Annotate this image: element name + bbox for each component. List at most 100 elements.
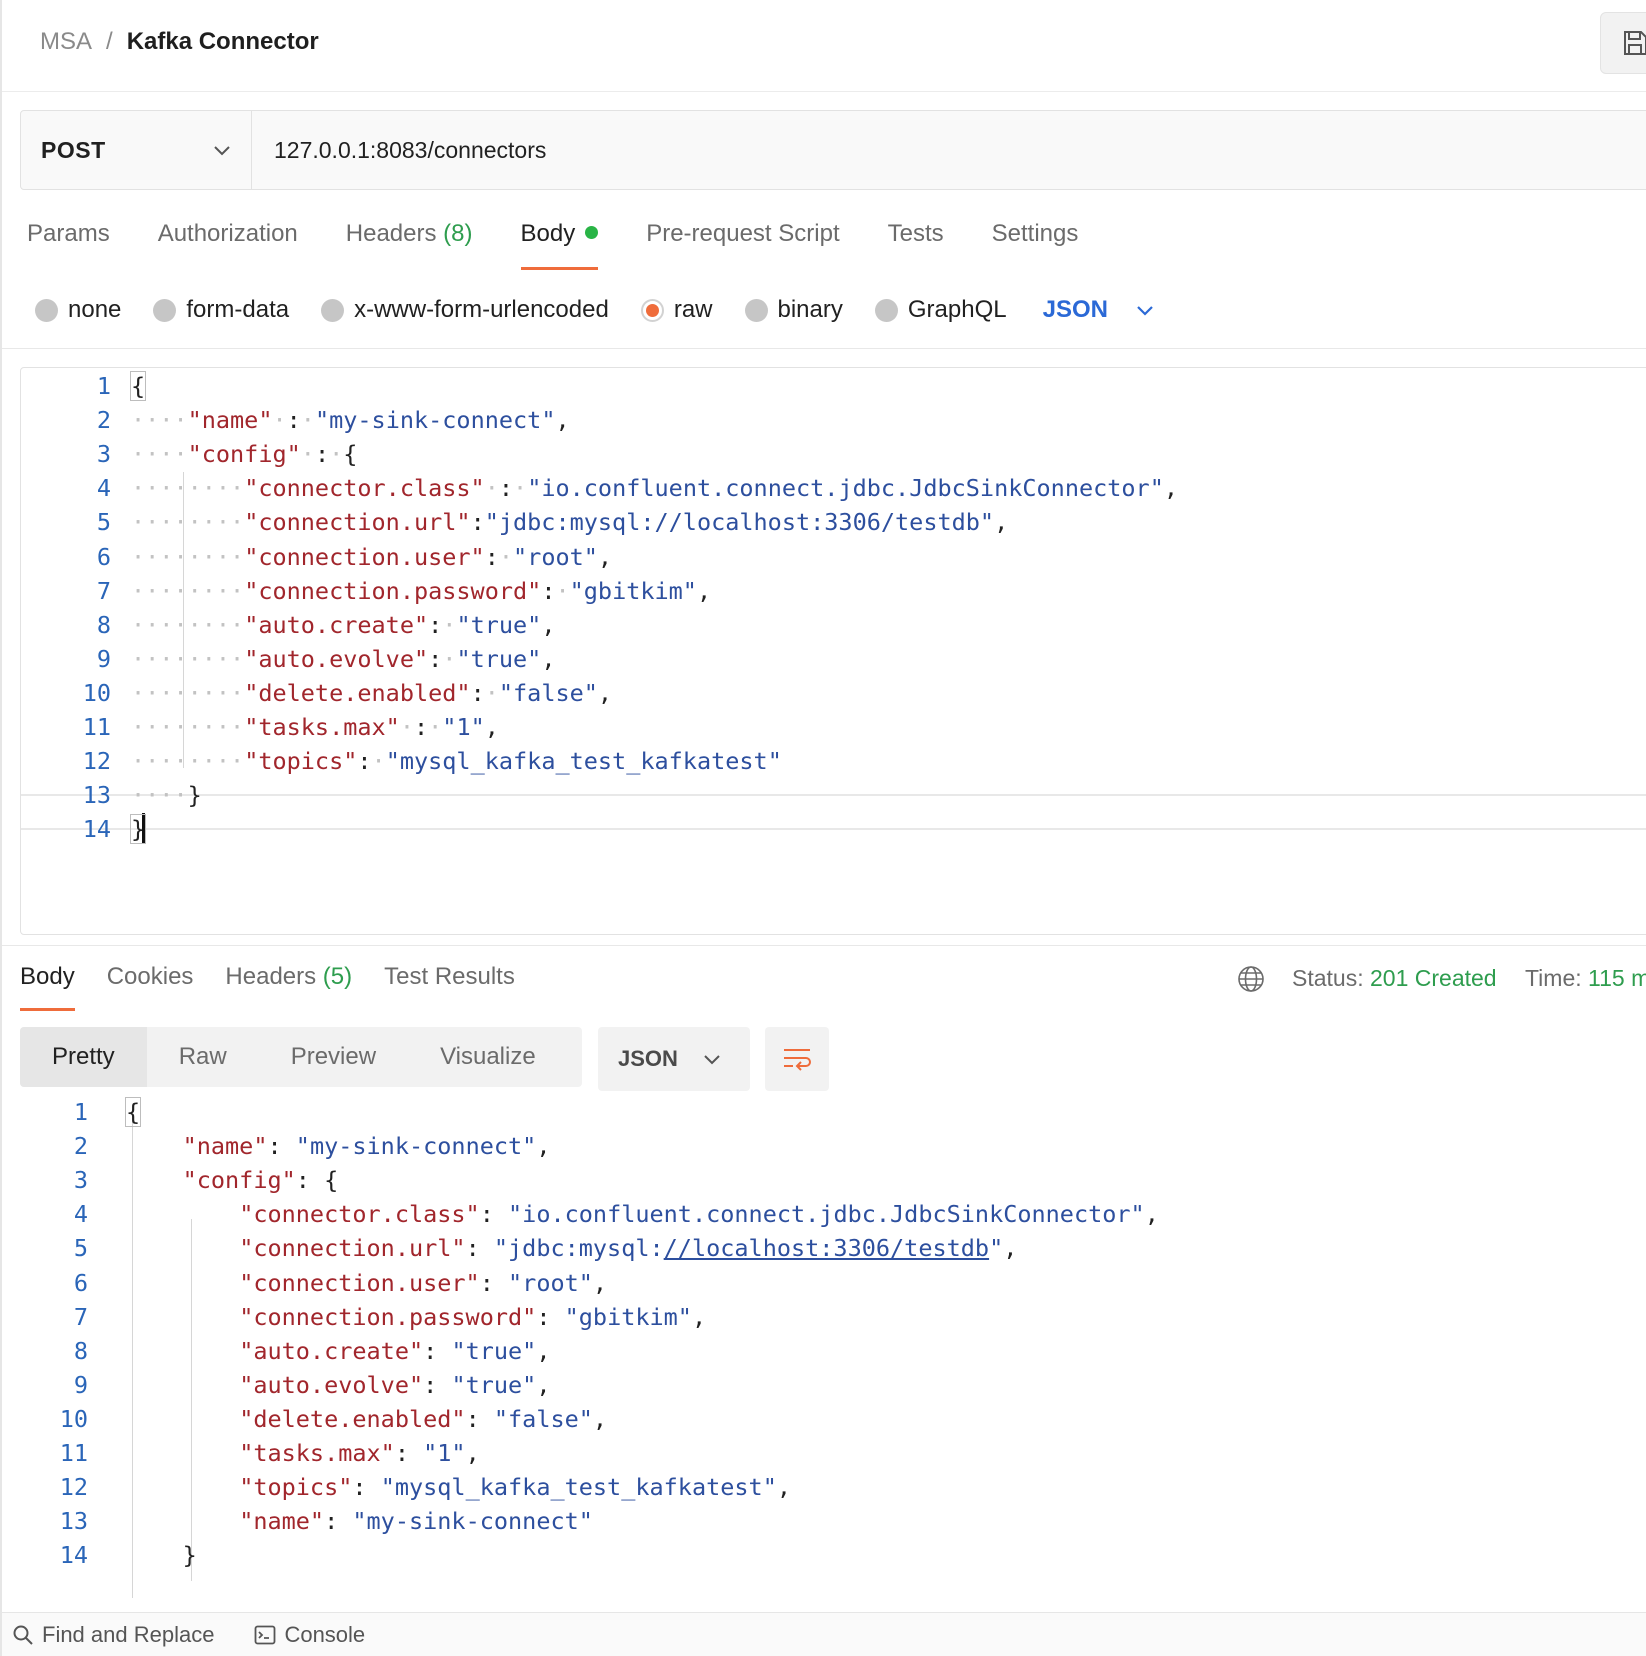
- radio-button[interactable]: [35, 298, 58, 322]
- body-type-form-data[interactable]: form-data: [153, 296, 289, 324]
- tab-body[interactable]: Body: [520, 220, 599, 270]
- json-comma: ,: [536, 1132, 551, 1161]
- line-text: }: [129, 811, 147, 847]
- radio-button[interactable]: [744, 298, 768, 322]
- body-type-none[interactable]: none: [35, 296, 121, 324]
- time-value[interactable]: 115 m: [1588, 965, 1646, 991]
- tab-settings[interactable]: Settings: [992, 220, 1079, 270]
- line-number: 14: [82, 815, 111, 844]
- json-colon: :: [479, 1268, 494, 1297]
- tab-tests[interactable]: Tests: [888, 220, 944, 270]
- body-language-select[interactable]: JSON: [1043, 296, 1156, 324]
- json-comma: ,: [1144, 1200, 1159, 1229]
- body-type-label: none: [68, 296, 122, 323]
- tab-headers[interactable]: Headers (8): [346, 220, 473, 270]
- view-raw[interactable]: Raw: [147, 1027, 259, 1087]
- response-tab-cookies[interactable]: Cookies: [107, 963, 194, 1011]
- method-select[interactable]: POST: [21, 111, 252, 189]
- text-cursor: [142, 813, 146, 844]
- json-colon: :: [324, 1507, 339, 1536]
- view-pretty[interactable]: Pretty: [20, 1027, 147, 1087]
- json-comma: ,: [592, 1404, 608, 1433]
- response-tabs: Body Cookies Headers (5) Test Results: [20, 963, 547, 1011]
- line-number: 9: [73, 1370, 88, 1399]
- radio-button[interactable]: [874, 298, 898, 322]
- json-key: "connection.url": [239, 1234, 466, 1263]
- tab-authorization[interactable]: Authorization: [158, 220, 298, 270]
- view-preview[interactable]: Preview: [259, 1027, 408, 1087]
- line-number: 3: [96, 440, 111, 469]
- breadcrumb-separator: /: [106, 28, 113, 55]
- globe-icon[interactable]: [1236, 964, 1266, 994]
- body-type-label: form-data: [186, 296, 290, 323]
- response-tab-body[interactable]: Body: [20, 963, 75, 1011]
- request-header: MSA / Kafka Connector: [2, 0, 1646, 92]
- url-bar: POST 127.0.0.1:8083/connectors: [20, 110, 1646, 190]
- body-type-graphql[interactable]: GraphQL: [874, 296, 1007, 324]
- radio-button[interactable]: [153, 298, 177, 322]
- view-visualize[interactable]: Visualize: [408, 1027, 568, 1087]
- url-link[interactable]: //localhost:3306/testdb: [664, 1234, 989, 1262]
- tab-params[interactable]: Params: [27, 220, 110, 270]
- line-number: 8: [96, 610, 111, 639]
- line-text: "topics": "mysql_kafka_test_kafkatest",: [126, 1469, 791, 1505]
- status-value[interactable]: 201 Created: [1370, 965, 1497, 991]
- brace: }: [182, 1541, 197, 1570]
- body-type-x-www-form-urlencoded[interactable]: x-www-form-urlencoded: [321, 296, 609, 324]
- response-tab-test-results[interactable]: Test Results: [384, 963, 515, 1011]
- request-body-editor[interactable]: 1{2 ····"name"·:·"my-sink-connect", 3 ····"…: [20, 367, 1646, 935]
- tab-count: (5): [316, 963, 353, 990]
- url-input[interactable]: 127.0.0.1:8083/connectors: [252, 111, 546, 189]
- console-button[interactable]: Console: [254, 1622, 365, 1648]
- line-number: 5: [96, 508, 111, 537]
- tab-label: Headers: [225, 963, 317, 990]
- line-number: 14: [59, 1541, 88, 1570]
- request-name[interactable]: Kafka Connector: [127, 28, 319, 56]
- response-format-label: JSON: [618, 1046, 678, 1071]
- body-type-raw[interactable]: raw: [640, 296, 713, 324]
- line-number: 12: [82, 747, 111, 776]
- line-text: "name": "my-sink-connect": [126, 1503, 593, 1539]
- response-format-select[interactable]: JSON: [598, 1027, 750, 1091]
- tab-label: Authorization: [157, 220, 298, 247]
- json-key: "config": [182, 1166, 296, 1195]
- request-tabs: Params Authorization Headers (8) Body Pre-re…: [27, 220, 1126, 270]
- response-tab-headers[interactable]: Headers (5): [225, 963, 352, 1011]
- tab-pre-request-script[interactable]: Pre-request Script: [646, 220, 839, 270]
- json-value: "true": [451, 1336, 537, 1365]
- json-value: "false": [498, 678, 598, 707]
- json-value: "my-sink-connect": [314, 406, 556, 435]
- json-key: "config": [187, 440, 301, 469]
- json-key: "auto.create": [244, 610, 429, 639]
- body-type-binary[interactable]: binary: [744, 296, 843, 324]
- indent: ········: [131, 678, 245, 707]
- json-value: "false": [493, 1404, 593, 1433]
- line-text: ········"connection.password":·"gbitkim"…: [131, 573, 711, 609]
- json-value: "gbitkim": [569, 576, 697, 605]
- indent: ········: [131, 713, 245, 741]
- json-colon: ·:·: [272, 406, 315, 435]
- wrap-lines-icon: [784, 1049, 811, 1071]
- radio-button[interactable]: [640, 298, 664, 322]
- breadcrumb-collection[interactable]: MSA: [40, 28, 92, 56]
- line-text: "tasks.max": "1",: [126, 1435, 480, 1471]
- json-colon: :·: [428, 644, 457, 673]
- radio-button[interactable]: [321, 298, 345, 322]
- find-replace-button[interactable]: Find and Replace: [12, 1622, 214, 1648]
- find-replace-label: Find and Replace: [42, 1621, 215, 1647]
- tab-label: Headers: [345, 220, 437, 247]
- indent: ····: [131, 440, 188, 469]
- json-comma: ,: [696, 576, 712, 605]
- json-colon: :: [465, 1404, 480, 1433]
- save-button[interactable]: [1600, 12, 1646, 74]
- json-colon: :: [465, 1234, 480, 1263]
- wrap-lines-button[interactable]: [765, 1027, 829, 1091]
- line-text: ········"delete.enabled":·"false",: [131, 675, 612, 711]
- json-value: "my-sink-connect": [352, 1507, 593, 1536]
- json-colon: :: [295, 1166, 310, 1195]
- json-colon: :: [352, 1473, 367, 1502]
